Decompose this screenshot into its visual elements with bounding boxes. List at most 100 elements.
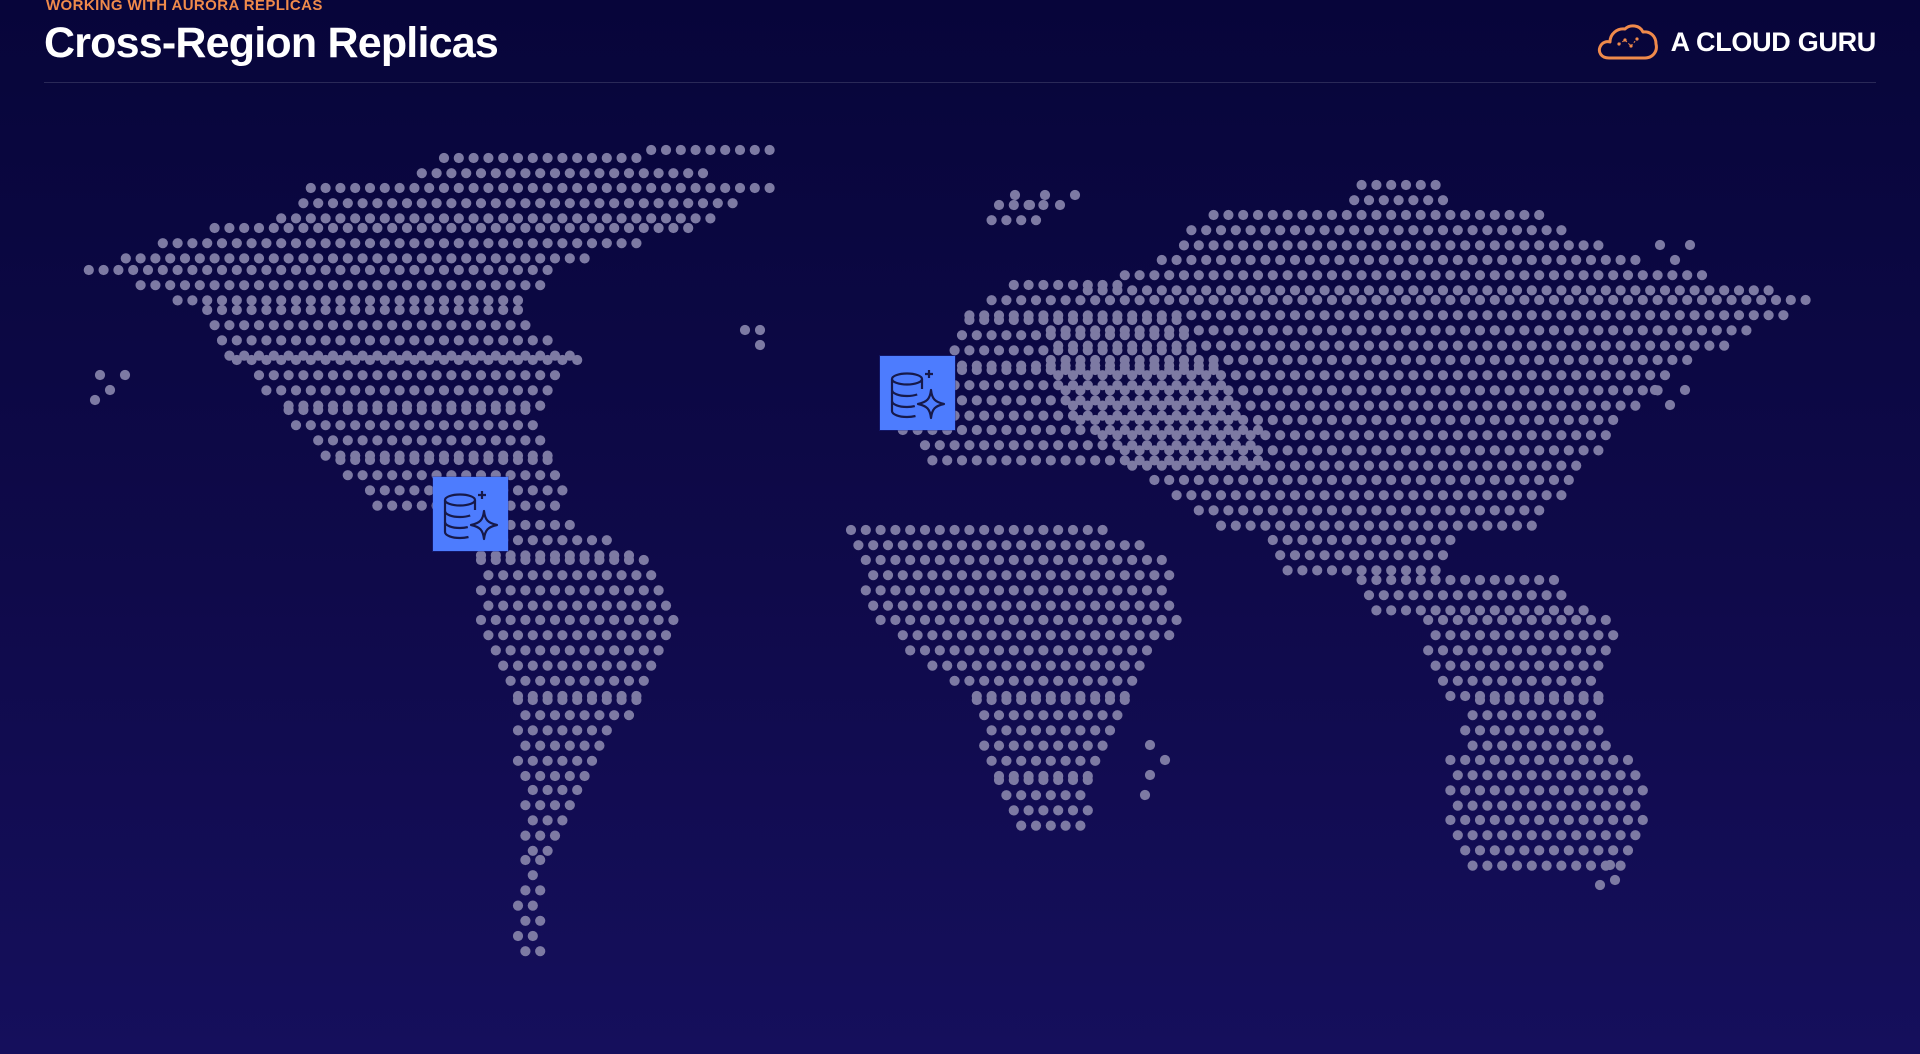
map-dot (401, 253, 413, 264)
map-dot (1171, 370, 1182, 381)
map-dot (1489, 845, 1500, 856)
map-dot (1386, 445, 1397, 456)
map-dot (1067, 524, 1079, 536)
map-dot (1541, 740, 1552, 751)
map-dot (1319, 285, 1330, 296)
map-dot (224, 320, 235, 331)
map-dot (1238, 354, 1249, 366)
map-dot (919, 554, 931, 566)
map-dot (416, 253, 427, 264)
map-dot (1600, 830, 1611, 841)
map-dot (231, 304, 242, 316)
map-dot (1504, 814, 1515, 826)
map-dot (1763, 285, 1774, 296)
map-dot (1297, 474, 1308, 486)
map-dot (993, 554, 1005, 566)
map-dot (490, 554, 501, 566)
map-dot (1215, 460, 1227, 471)
map-dot (1045, 725, 1056, 736)
map-dot (1038, 345, 1049, 356)
map-dot (1275, 460, 1286, 471)
map-dot (1497, 520, 1508, 531)
map-dot (394, 420, 405, 431)
map-dot (1297, 240, 1308, 251)
map-dot (320, 182, 331, 194)
map-dot (1378, 550, 1389, 561)
map-dot (1104, 600, 1116, 611)
map-dot (424, 354, 435, 366)
map-dot (1082, 400, 1093, 411)
map-dot (1097, 645, 1108, 656)
map-dot (1622, 385, 1634, 396)
map-dot (1571, 285, 1582, 296)
map-dot (675, 213, 686, 224)
map-dot (1556, 225, 1567, 236)
map-dot (1378, 254, 1389, 266)
map-dot (1548, 845, 1560, 856)
map-dot (1600, 740, 1611, 751)
map-dot (1178, 240, 1190, 251)
map-dot (1008, 345, 1019, 356)
map-dot (1689, 310, 1700, 321)
map-dot (1556, 740, 1567, 751)
map-dot (535, 198, 546, 209)
map-dot (1060, 455, 1071, 466)
map-dot (335, 335, 346, 346)
map-dot (1008, 740, 1019, 751)
map-dot (1312, 505, 1323, 516)
map-dot (683, 222, 694, 234)
map-dot (535, 740, 546, 751)
map-dot (1415, 574, 1426, 586)
map-dot (1016, 295, 1027, 306)
map-dot (1563, 385, 1574, 396)
map-dot (1497, 645, 1508, 656)
map-dot (1615, 860, 1626, 871)
map-dot (1275, 520, 1286, 531)
map-dot (342, 198, 353, 209)
map-dot (372, 404, 383, 416)
map-dot (875, 614, 886, 626)
map-dot (1400, 325, 1412, 336)
map-dot (1571, 460, 1582, 471)
map-dot (1511, 490, 1523, 501)
map-dot (335, 354, 346, 366)
map-dot (572, 660, 583, 671)
map-dot (1297, 534, 1308, 546)
map-dot (1445, 605, 1456, 616)
map-dot (1571, 710, 1582, 721)
map-dot (564, 519, 575, 531)
map-dot (1334, 490, 1345, 501)
map-dot (1030, 660, 1042, 671)
map-dot (505, 222, 516, 234)
map-dot (498, 182, 509, 194)
map-dot (283, 253, 294, 264)
map-dot (1386, 605, 1397, 616)
map-dot (1363, 225, 1375, 236)
map-dot (320, 238, 331, 249)
map-dot (535, 710, 546, 721)
map-dot (1178, 445, 1190, 456)
map-dot (1534, 814, 1545, 826)
map-dot (1164, 414, 1175, 426)
map-dot (623, 614, 635, 626)
map-dot (1371, 354, 1382, 366)
map-dot (979, 440, 990, 451)
map-dot (564, 800, 575, 811)
map-dot (187, 238, 198, 249)
map-dot (572, 182, 583, 194)
map-dot (1319, 340, 1330, 351)
map-dot (1223, 414, 1234, 426)
map-dot (1016, 215, 1027, 226)
map-dot (1090, 455, 1101, 466)
map-dot (1415, 385, 1426, 396)
map-dot (1001, 395, 1012, 406)
map-dot (971, 330, 982, 341)
map-dot (1748, 310, 1759, 321)
map-dot (1201, 430, 1212, 441)
map-dot (601, 725, 612, 736)
map-dot (320, 450, 331, 461)
map-dot (1053, 805, 1064, 816)
map-dot (409, 485, 420, 496)
map-dot (549, 614, 561, 626)
map-dot (1008, 774, 1019, 786)
